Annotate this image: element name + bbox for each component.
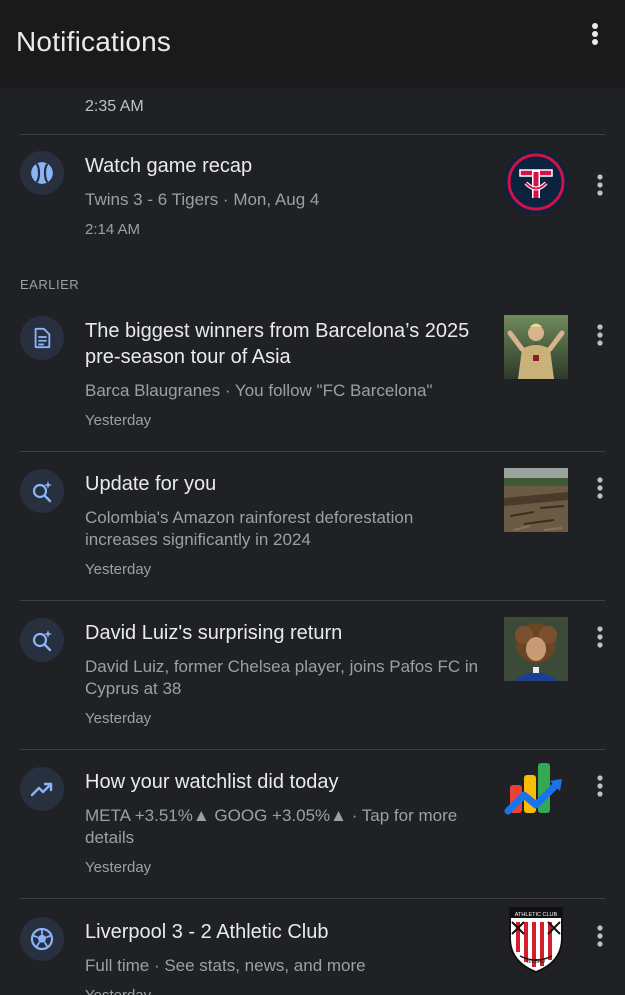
app-bar: Notifications (0, 0, 625, 88)
athletic-club-crest: ATHLETIC CLUB BILBAO (504, 904, 568, 974)
article-icon (20, 316, 64, 360)
notification-time: Yesterday (85, 412, 152, 429)
notification-list[interactable]: 2:35 AM Watch game recap Twins 3 - 6 Tig… (0, 88, 625, 995)
player-celebrating-photo (504, 315, 568, 379)
divider (20, 600, 605, 601)
notification-item[interactable]: The biggest winners from Barcelona’s 202… (0, 313, 625, 443)
notification-item[interactable]: How your watchlist did today META +3.51%… (0, 763, 625, 884)
notification-title: How your watchlist did today (85, 771, 339, 793)
notification-item[interactable]: Update for you Colombia's Amazon rainfor… (0, 466, 625, 586)
item-menu-icon[interactable] (589, 772, 611, 800)
divider (20, 134, 605, 135)
notification-text: How your watchlist did today META +3.51%… (85, 769, 485, 876)
notification-subtitle: Twins 3 - 6 Tigers · Mon, Aug 4 (85, 190, 320, 209)
notification-text: Liverpool 3 - 2 Athletic Club Full time … (85, 919, 485, 995)
notification-subtitle: META +3.51%▲ GOOG +3.05%▲ · Tap for more… (85, 806, 458, 847)
deforestation-photo (504, 468, 568, 532)
previous-item-time: 2:35 AM (85, 98, 144, 115)
notification-text: David Luiz's surprising return David Lui… (85, 620, 485, 727)
notification-title: David Luiz's surprising return (85, 622, 343, 644)
item-menu-icon[interactable] (589, 623, 611, 651)
overflow-menu-icon[interactable] (583, 20, 607, 50)
baseball-icon (20, 151, 64, 195)
search-sparkle-icon (20, 469, 64, 513)
twins-logo (504, 150, 568, 214)
notification-item[interactable]: Watch game recap Twins 3 - 6 Tigers · Mo… (0, 148, 625, 248)
trending-up-icon (20, 767, 64, 811)
divider (20, 451, 605, 452)
search-sparkle-icon (20, 618, 64, 662)
soccer-ball-icon (20, 917, 64, 961)
finance-chart-logo (504, 759, 568, 823)
david-luiz-photo (504, 617, 568, 681)
notification-text: Watch game recap Twins 3 - 6 Tigers · Mo… (85, 153, 485, 238)
notification-time: Yesterday (85, 859, 152, 876)
section-label: EARLIER (20, 277, 80, 292)
notification-title: Liverpool 3 - 2 Athletic Club (85, 921, 329, 943)
crest-top-text: ATHLETIC CLUB (515, 912, 558, 918)
notification-time: Yesterday (85, 561, 152, 578)
notification-time: 2:14 AM (85, 221, 141, 238)
notification-item[interactable]: Liverpool 3 - 2 Athletic Club Full time … (0, 907, 625, 995)
notification-item[interactable]: David Luiz's surprising return David Lui… (0, 615, 625, 735)
notification-subtitle: David Luiz, former Chelsea player, joins… (85, 657, 479, 698)
notification-title: The biggest winners from Barcelona’s 202… (85, 320, 470, 368)
item-menu-icon[interactable] (589, 321, 611, 349)
crest-bottom-text: BILBAO (527, 959, 545, 965)
notification-time: Yesterday (85, 710, 152, 727)
notification-text: The biggest winners from Barcelona’s 202… (85, 318, 485, 429)
notification-title: Watch game recap (85, 155, 253, 177)
item-menu-icon[interactable] (589, 171, 611, 199)
notification-subtitle: Barca Blaugranes · You follow "FC Barcel… (85, 381, 433, 400)
notification-subtitle: Full time · See stats, news, and more (85, 956, 366, 975)
notification-subtitle: Colombia's Amazon rainforest deforestati… (85, 508, 414, 549)
divider (20, 749, 605, 750)
divider (20, 898, 605, 899)
notification-text: Update for you Colombia's Amazon rainfor… (85, 471, 485, 578)
item-menu-icon[interactable] (589, 474, 611, 502)
notification-time: Yesterday (85, 987, 485, 995)
notification-title: Update for you (85, 473, 217, 495)
page-title: Notifications (16, 26, 172, 57)
item-menu-icon[interactable] (589, 922, 611, 950)
